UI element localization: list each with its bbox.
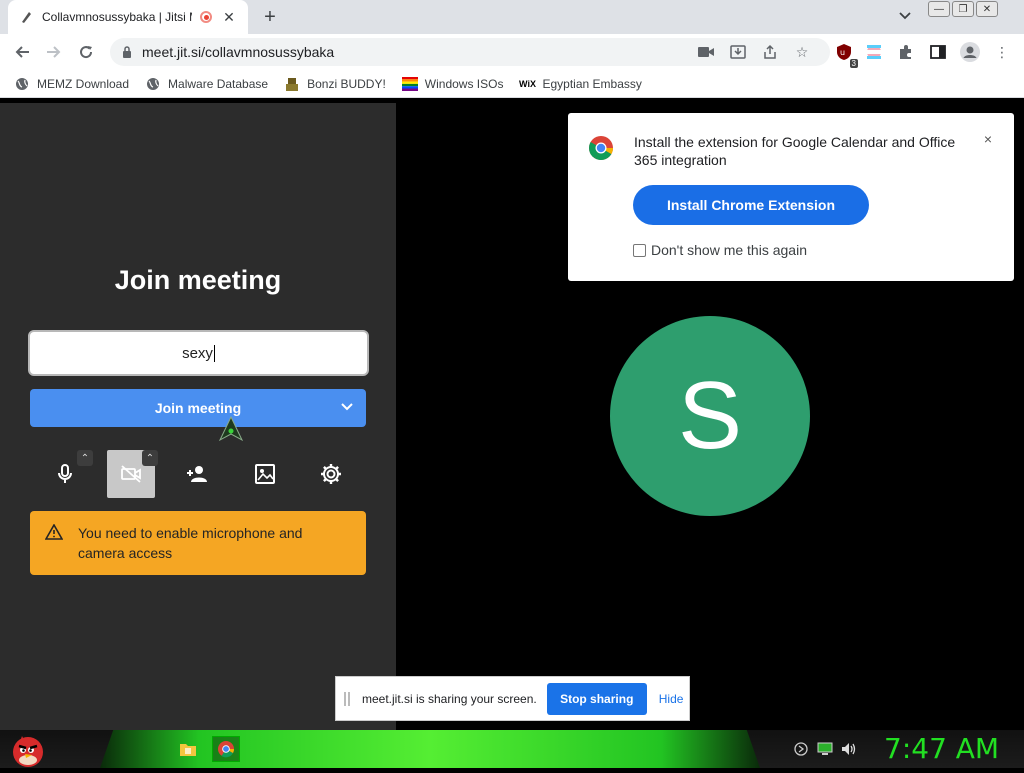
invite-people-button[interactable] <box>174 450 222 498</box>
gear-icon <box>321 464 341 484</box>
tray-volume-icon[interactable] <box>840 740 858 758</box>
text-caret <box>213 344 215 362</box>
bookmark-item[interactable]: WiX Egyptian Embassy <box>519 76 642 92</box>
lock-icon[interactable] <box>120 45 134 59</box>
reload-button[interactable] <box>74 40 98 64</box>
warning-icon <box>44 522 64 542</box>
folder-icon <box>180 744 196 756</box>
add-person-icon <box>187 466 207 482</box>
install-extension-button[interactable]: Install Chrome Extension <box>633 185 869 225</box>
page-title: Join meeting <box>114 265 282 295</box>
globe-icon <box>14 76 30 92</box>
bonzi-icon <box>284 76 300 92</box>
globe-icon <box>145 76 161 92</box>
extension-promo-popup: Install the extension for Google Calenda… <box>568 113 1014 281</box>
bookmark-item[interactable]: Bonzi BUDDY! <box>284 76 386 92</box>
browser-tab[interactable]: Collavmnosussybaka | Jitsi M ✕ <box>8 0 248 34</box>
ublock-extension-icon[interactable]: u 3 <box>834 42 858 68</box>
bookmark-label: Bonzi BUDDY! <box>307 76 386 91</box>
chrome-icon <box>218 741 235 758</box>
tab-title: Collavmnosussybaka | Jitsi M <box>42 10 192 24</box>
chrome-logo-icon <box>588 135 614 161</box>
drag-handle-icon[interactable] <box>344 691 350 706</box>
profile-avatar-icon[interactable] <box>960 42 980 62</box>
window-controls: — ❐ ✕ <box>928 1 998 17</box>
mouse-cursor-icon <box>218 415 244 442</box>
tab-search-chevron-icon[interactable] <box>896 7 914 25</box>
join-options-chevron-icon[interactable] <box>338 398 356 416</box>
bookmark-item[interactable]: MEMZ Download <box>14 76 129 92</box>
close-tab-icon[interactable]: ✕ <box>220 8 238 26</box>
bookmarks-bar: MEMZ Download Malware Database Bonzi BUD… <box>0 70 1024 98</box>
dont-show-again-checkbox[interactable] <box>633 243 646 257</box>
url-text: meet.jit.si/collavmnosussybaka <box>142 44 335 60</box>
windows-flag-icon <box>401 76 418 92</box>
bookmark-label: Malware Database <box>168 76 269 91</box>
bookmark-label: Egyptian Embassy <box>542 76 642 91</box>
recording-indicator-icon <box>200 11 212 23</box>
taskbar-clock[interactable]: 7:47 AM <box>884 732 999 765</box>
bookmark-label: MEMZ Download <box>37 76 130 91</box>
minimize-button[interactable]: — <box>928 1 950 17</box>
virtual-background-button[interactable] <box>241 450 289 498</box>
close-window-button[interactable]: ✕ <box>976 1 998 17</box>
tray-keyboard-icon[interactable] <box>792 740 810 758</box>
browser-toolbar: meet.jit.si/collavmnosussybaka ☆ u 3 ⋮ <box>0 34 1024 70</box>
start-button-angry-bird-icon[interactable] <box>8 730 48 768</box>
dont-show-again-label: Don't show me this again <box>651 242 807 258</box>
warning-text: You need to enable microphone and camera… <box>78 525 303 561</box>
extensions-puzzle-icon[interactable] <box>896 42 916 62</box>
jitsi-favicon-icon <box>18 9 34 25</box>
settings-button[interactable] <box>307 450 355 498</box>
wix-icon: WiX <box>519 78 536 89</box>
hide-link[interactable]: Hide <box>659 692 684 706</box>
microphone-icon <box>58 464 72 483</box>
forward-button[interactable] <box>42 40 66 64</box>
extension-badge: 3 <box>849 59 858 68</box>
close-popup-icon[interactable]: × <box>980 131 996 147</box>
camera-options-caret-icon[interactable]: ⌃ <box>142 450 158 466</box>
microphone-options-caret-icon[interactable]: ⌃ <box>77 450 93 466</box>
tab-strip: Collavmnosussybaka | Jitsi M ✕ + — ❐ ✕ <box>0 0 1024 34</box>
display-name-value: sexy <box>182 344 213 362</box>
taskbar-chrome[interactable] <box>212 736 240 762</box>
display-name-input[interactable]: sexy <box>28 330 369 376</box>
screen-share-notification-bar: meet.jit.si is sharing your screen. Stop… <box>335 676 690 721</box>
sharing-status-text: meet.jit.si is sharing your screen. <box>362 691 537 706</box>
bookmark-star-icon[interactable]: ☆ <box>792 42 812 62</box>
share-icon[interactable] <box>760 42 780 62</box>
popup-message: Install the extension for Google Calenda… <box>634 134 956 168</box>
taskbar-file-explorer[interactable] <box>174 736 202 762</box>
back-button[interactable] <box>10 40 34 64</box>
media-controls: ⌃ ⌃ <box>0 450 396 500</box>
stop-sharing-button[interactable]: Stop sharing <box>546 682 647 715</box>
camera-off-icon <box>121 465 141 483</box>
restore-button[interactable]: ❐ <box>952 1 974 17</box>
pride-flag-extension-icon[interactable] <box>864 42 884 62</box>
join-meeting-button[interactable]: Join meeting <box>30 389 366 427</box>
tray-network-icon[interactable] <box>816 740 834 758</box>
bookmark-item[interactable]: Windows ISOs <box>401 76 504 92</box>
bookmark-item[interactable]: Malware Database <box>145 76 268 92</box>
permission-warning-banner: You need to enable microphone and camera… <box>30 511 366 575</box>
image-icon <box>255 464 275 484</box>
install-app-icon[interactable] <box>728 42 748 62</box>
side-panel-icon[interactable] <box>928 42 948 62</box>
participant-avatar: S <box>610 316 810 516</box>
chrome-menu-icon[interactable]: ⋮ <box>992 42 1012 62</box>
new-tab-button[interactable]: + <box>258 6 282 28</box>
svg-text:u: u <box>840 48 845 57</box>
join-meeting-label: Join meeting <box>154 400 242 416</box>
address-bar[interactable]: meet.jit.si/collavmnosussybaka <box>110 38 830 66</box>
dont-show-again-option[interactable]: Don't show me this again <box>633 242 807 258</box>
bookmark-label: Windows ISOs <box>424 76 504 91</box>
taskbar: 7:47 AM <box>0 730 1024 768</box>
camera-in-use-icon[interactable] <box>696 42 716 62</box>
